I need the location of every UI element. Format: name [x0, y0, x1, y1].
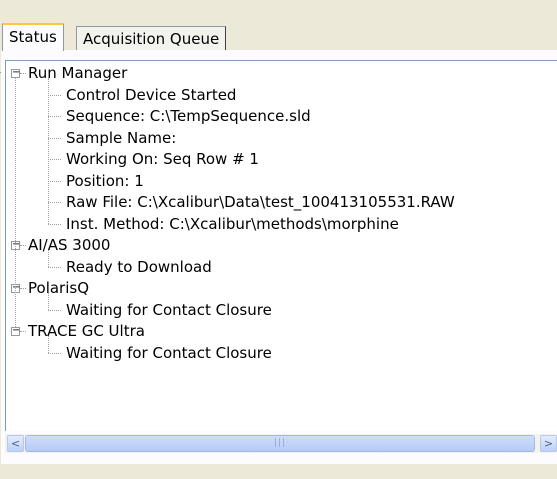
- tree-leaf[interactable]: Position: 1: [66, 171, 144, 192]
- chevron-left-icon: <: [10, 437, 21, 450]
- tree-connector: [48, 159, 61, 160]
- tree-connector: [20, 331, 26, 332]
- tree-connector: [20, 288, 26, 289]
- tree-node-trace-gc-ultra[interactable]: TRACE GC Ultra: [28, 321, 145, 342]
- tree-leaf[interactable]: Control Device Started: [66, 85, 236, 106]
- horizontal-scrollbar[interactable]: < ||| >: [5, 434, 557, 453]
- tree-leaf[interactable]: Sample Name:: [66, 128, 176, 149]
- tree-connector: [48, 202, 61, 203]
- tree-connector: [48, 116, 61, 117]
- tree-leaf[interactable]: Inst. Method: C:\Xcalibur\methods\morphi…: [66, 214, 399, 235]
- scroll-left-button[interactable]: <: [7, 435, 24, 452]
- tree-node-polarisq[interactable]: PolarisQ: [28, 278, 89, 299]
- tree-connector: [48, 94, 61, 96]
- scroll-thumb[interactable]: |||: [25, 435, 535, 452]
- tree-connector: [48, 336, 49, 353]
- scroll-right-button[interactable]: >: [540, 435, 557, 452]
- tree-leaf[interactable]: Ready to Download: [66, 257, 212, 278]
- tree-connector: [48, 293, 49, 310]
- tree-leaf[interactable]: Waiting for Contact Closure: [66, 343, 272, 364]
- tree-node-run-manager[interactable]: Run Manager: [28, 63, 127, 84]
- tab-strip: Status Acquisition Queue: [0, 23, 557, 73]
- tree-connector: [48, 352, 61, 354]
- tree-leaf[interactable]: Sequence: C:\TempSequence.sld: [66, 106, 311, 127]
- grip-icon: |||: [273, 438, 287, 448]
- tree-connector: [48, 223, 61, 225]
- tree-connector: [48, 250, 49, 267]
- collapse-toggle-icon[interactable]: −: [11, 68, 20, 78]
- tree-connector: [48, 309, 61, 311]
- collapse-toggle-icon[interactable]: −: [11, 326, 20, 336]
- window-bottom-edge: [0, 465, 557, 479]
- tree-leaf[interactable]: Waiting for Contact Closure: [66, 300, 272, 321]
- tree-connector: [15, 78, 16, 327]
- tree-leaf[interactable]: Working On: Seq Row # 1: [66, 149, 259, 170]
- status-tree[interactable]: − Run Manager Control Device Started Sequen…: [5, 60, 557, 431]
- tree-connector: [20, 73, 26, 74]
- chevron-right-icon: >: [543, 437, 554, 450]
- tree-connector: [48, 180, 61, 182]
- tree-connector: [48, 137, 61, 139]
- tree-connector: [48, 78, 49, 224]
- tree-node-ai-as-3000[interactable]: AI/AS 3000: [28, 235, 110, 256]
- tree-connector: [20, 245, 26, 246]
- tree-leaf[interactable]: Raw File: C:\Xcalibur\Data\test_10041310…: [66, 192, 455, 213]
- tab-status[interactable]: Status: [2, 23, 64, 51]
- tree-connector: [48, 266, 61, 268]
- tab-acquisition-queue[interactable]: Acquisition Queue: [76, 26, 227, 50]
